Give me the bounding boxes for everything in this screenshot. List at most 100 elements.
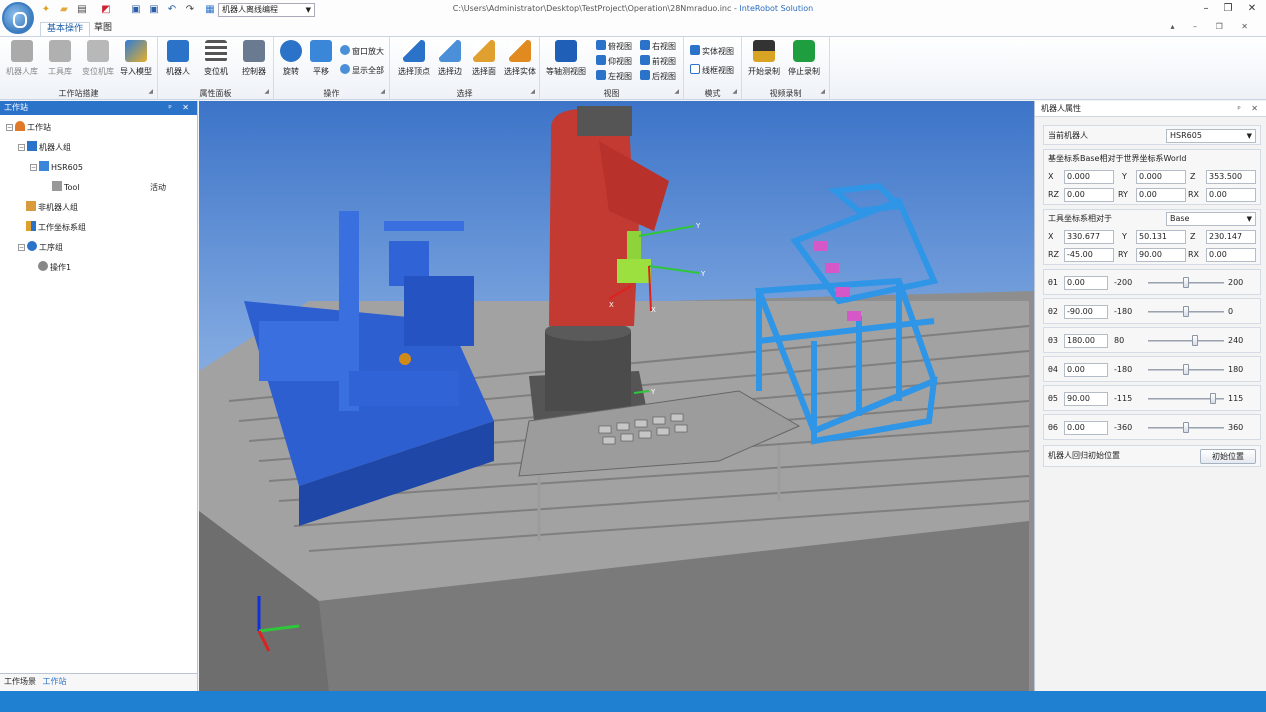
solid-view-button[interactable]: 实体视图: [690, 45, 734, 59]
panel-pin-close-buttons[interactable]: ᵖ ✕: [1237, 101, 1262, 117]
panel-pin-close-buttons[interactable]: ᵖ ✕: [168, 101, 193, 115]
tree-node-process-group[interactable]: − 工序组: [18, 241, 63, 255]
base-y-input[interactable]: 0.000: [1136, 170, 1186, 184]
joint-value-input[interactable]: 90.00: [1064, 392, 1108, 406]
dialog-launcher-icon[interactable]: ◢: [530, 88, 535, 95]
tab-workstation[interactable]: 工作站: [43, 677, 67, 686]
chevron-down-icon: ▼: [1246, 215, 1252, 223]
right-view-button[interactable]: 右视图: [640, 40, 676, 54]
tool-library-label: 工具库: [48, 67, 72, 76]
tool-x-input[interactable]: 330.677: [1064, 230, 1114, 244]
robot-properties-header: 机器人属性 ᵖ ✕: [1035, 101, 1266, 117]
robot-property-button[interactable]: 机器人: [158, 40, 198, 80]
dialog-launcher-icon[interactable]: ◢: [674, 88, 679, 95]
select-face-button[interactable]: 选择面: [464, 40, 504, 80]
dialog-launcher-icon[interactable]: ◢: [380, 88, 385, 95]
dialog-launcher-icon[interactable]: ◢: [264, 88, 269, 95]
wireframe-view-button[interactable]: 线框视图: [690, 64, 734, 78]
tree-node-tool[interactable]: Tool 活动: [52, 181, 192, 195]
cursor-icon: [509, 40, 531, 62]
joint-slider-thumb[interactable]: [1210, 393, 1216, 404]
joint-max: 200: [1228, 278, 1244, 287]
joint-slider-thumb[interactable]: [1183, 364, 1189, 375]
dialog-launcher-icon[interactable]: ◢: [732, 88, 737, 95]
base-ry-input[interactable]: 0.00: [1136, 188, 1186, 202]
tree-node-non-robot-group[interactable]: 非机器人组: [26, 201, 78, 215]
start-recording-button[interactable]: 开始录制: [744, 40, 784, 80]
tab-work-scene[interactable]: 工作场景: [4, 677, 36, 686]
dialog-launcher-icon[interactable]: ◢: [820, 88, 825, 95]
current-robot-select[interactable]: HSR605 ▼: [1166, 129, 1256, 143]
positioner-property-button[interactable]: 变位机: [196, 40, 236, 80]
tool-library-icon: [49, 40, 71, 62]
maximize-button[interactable]: ❐: [1220, 2, 1236, 16]
joint-slider-thumb[interactable]: [1183, 306, 1189, 317]
tab-basic-operation[interactable]: 基本操作: [40, 22, 91, 36]
select-vertex-button[interactable]: 选择顶点: [394, 40, 434, 80]
joint-value-input[interactable]: -90.00: [1064, 305, 1108, 319]
ribbon-group-label: 工作站搭建 ◢: [0, 88, 157, 99]
stop-recording-button[interactable]: 停止录制: [784, 40, 824, 80]
select-solid-button[interactable]: 选择实体: [500, 40, 540, 80]
tree-node-work-frame-group[interactable]: 工作坐标系组: [26, 221, 86, 235]
top-view-button[interactable]: 俯视图: [596, 40, 632, 54]
bottom-view-button[interactable]: 仰视图: [596, 55, 632, 69]
show-all-button[interactable]: 显示全部: [340, 64, 384, 78]
tool-reference-select[interactable]: Base ▼: [1166, 212, 1256, 226]
tree-node-workstation[interactable]: − 工作站: [6, 121, 51, 135]
ribbon-window-controls[interactable]: ▴ – ❐ ✕: [1170, 22, 1256, 31]
front-view-button[interactable]: 前视图: [640, 55, 676, 69]
coordinate-frame-icon: [26, 221, 36, 231]
scene-canvas[interactable]: Y Y X X Y: [199, 101, 1034, 691]
joint-min: -180: [1114, 307, 1133, 316]
joint-slider-thumb[interactable]: [1183, 422, 1189, 433]
collapse-toggle[interactable]: −: [30, 164, 37, 171]
controller-property-button[interactable]: 控制器: [234, 40, 274, 80]
joint-value-input[interactable]: 0.00: [1064, 363, 1108, 377]
collapse-toggle[interactable]: −: [18, 144, 25, 151]
app-logo[interactable]: [2, 2, 34, 34]
home-position-button[interactable]: 初始位置: [1200, 449, 1256, 464]
robot-library-button[interactable]: 机器人库: [2, 40, 42, 80]
gizmo-label: Y: [695, 222, 701, 230]
tab-sketch[interactable]: 草图: [88, 22, 118, 36]
collapse-toggle[interactable]: −: [6, 124, 13, 131]
joint-slider-track[interactable]: [1148, 340, 1224, 342]
positioner-library-button[interactable]: 变位机库: [78, 40, 118, 80]
joint-value-input[interactable]: 0.00: [1064, 276, 1108, 290]
isometric-view-button[interactable]: 等轴测视图: [544, 40, 588, 80]
base-x-input[interactable]: 0.000: [1064, 170, 1114, 184]
tree-node-operation-1[interactable]: 操作1: [38, 261, 71, 275]
joint-slider-thumb[interactable]: [1192, 335, 1198, 346]
tool-y-input[interactable]: 50.131: [1136, 230, 1186, 244]
wireframe-icon: [690, 64, 700, 74]
tool-rx-input[interactable]: 0.00: [1206, 248, 1256, 262]
close-button[interactable]: ✕: [1244, 2, 1260, 16]
bottom-view-label: 仰视图: [608, 57, 632, 66]
import-model-button[interactable]: 导入模型: [116, 40, 156, 80]
view-cube-icon: [596, 55, 606, 65]
tree-node-robot-group[interactable]: − 机器人组: [18, 141, 71, 155]
joint-slider-thumb[interactable]: [1183, 277, 1189, 288]
top-view-label: 俯视图: [608, 42, 632, 51]
pan-button[interactable]: 平移: [301, 40, 341, 80]
back-view-button[interactable]: 后视图: [640, 70, 676, 84]
base-z-input[interactable]: 353.500: [1206, 170, 1256, 184]
axis-label-ry: RY: [1118, 250, 1128, 259]
dialog-launcher-icon[interactable]: ◢: [148, 88, 153, 95]
collapse-toggle[interactable]: −: [18, 244, 25, 251]
minimize-button[interactable]: –: [1198, 2, 1214, 16]
tool-rz-input[interactable]: -45.00: [1064, 248, 1114, 262]
tool-ry-input[interactable]: 90.00: [1136, 248, 1186, 262]
3d-viewport[interactable]: Y Y X X Y: [199, 101, 1034, 691]
joint-value-input[interactable]: 180.00: [1064, 334, 1108, 348]
tool-library-button[interactable]: 工具库: [40, 40, 80, 80]
base-rz-input[interactable]: 0.00: [1064, 188, 1114, 202]
zoom-window-button[interactable]: 窗口放大: [340, 45, 384, 59]
joint-value-input[interactable]: 0.00: [1064, 421, 1108, 435]
rotate-icon: [280, 40, 302, 62]
left-view-button[interactable]: 左视图: [596, 70, 632, 84]
base-rx-input[interactable]: 0.00: [1206, 188, 1256, 202]
tree-node-hsr605[interactable]: − HSR605: [30, 161, 83, 175]
tool-z-input[interactable]: 230.147: [1206, 230, 1256, 244]
